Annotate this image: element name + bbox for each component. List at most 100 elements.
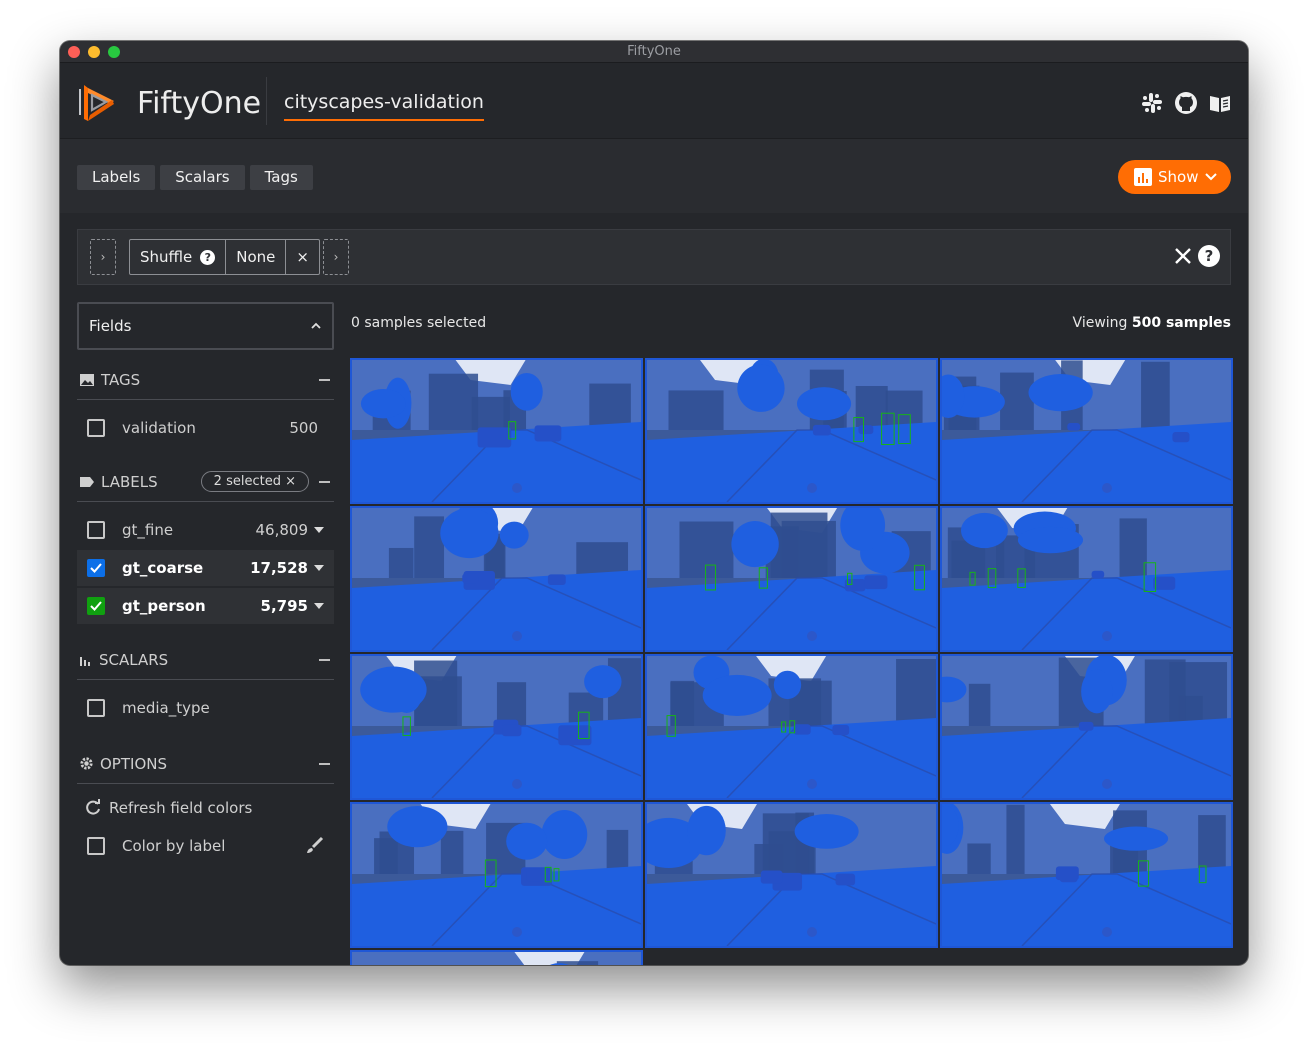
chevron-up-icon [311, 322, 321, 329]
expand-caret-icon[interactable] [314, 603, 324, 609]
sample-thumbnail[interactable] [350, 358, 643, 504]
header-divider [266, 77, 267, 125]
close-window-button[interactable] [68, 46, 80, 58]
grid-header: 0 samples selected Viewing 500 samples [351, 315, 1231, 331]
sample-image [352, 508, 641, 650]
label-count: 46,809 [255, 521, 309, 539]
checkmark-icon [90, 601, 102, 611]
sample-thumbnail[interactable] [350, 654, 643, 800]
sample-thumbnail[interactable] [350, 802, 643, 948]
remove-stage-button[interactable]: × [286, 240, 319, 274]
show-plots-button[interactable]: Show [1118, 160, 1231, 194]
expand-caret-icon[interactable] [314, 527, 324, 533]
fields-dropdown[interactable]: Fields [77, 302, 334, 350]
label-tag-icon [80, 476, 94, 487]
stage-name-cell[interactable]: Shuffle ? [130, 240, 227, 274]
bar-chart-icon [80, 656, 90, 666]
show-button-label: Show [1158, 168, 1199, 186]
help-icon[interactable]: ? [200, 249, 216, 265]
github-icon[interactable] [1174, 91, 1198, 115]
sample-thumbnail[interactable] [645, 802, 938, 948]
gear-icon [80, 757, 93, 770]
tab-scalars[interactable]: Scalars [160, 165, 245, 190]
minimize-window-button[interactable] [88, 46, 100, 58]
stage-name: Shuffle [140, 248, 193, 266]
title-bar: FiftyOne [60, 41, 1248, 63]
chevron-right-icon: › [100, 250, 106, 264]
options-section-title: OPTIONS [100, 754, 167, 773]
sample-thumbnail[interactable] [645, 654, 938, 800]
refresh-icon [86, 799, 100, 815]
collapse-tags-icon[interactable] [319, 378, 330, 381]
label-row-gt-person[interactable]: gt_person 5,795 [77, 588, 334, 624]
label-row-gt-coarse[interactable]: gt_coarse 17,528 [77, 550, 334, 586]
checkbox-checked[interactable] [87, 559, 105, 577]
tab-tags[interactable]: Tags [249, 165, 313, 190]
add-stage-before-button[interactable]: › [90, 239, 116, 275]
checkbox-checked[interactable] [87, 597, 105, 615]
sample-thumbnail[interactable] [645, 358, 938, 504]
checkbox[interactable] [87, 419, 105, 437]
collapse-labels-icon[interactable] [319, 480, 330, 483]
sample-image [942, 804, 1231, 946]
viewing-samples: 500 samples [1131, 315, 1231, 331]
refresh-field-colors-button[interactable]: Refresh field colors [77, 790, 334, 826]
collapse-scalars-icon[interactable] [319, 658, 330, 661]
slack-icon[interactable] [1140, 91, 1164, 115]
docs-book-icon[interactable] [1208, 91, 1232, 115]
sample-image [352, 952, 641, 965]
paint-brush-icon[interactable] [304, 836, 324, 856]
close-icon[interactable]: × [285, 474, 296, 489]
sample-image [942, 508, 1231, 650]
scalar-name: media_type [122, 699, 210, 717]
samples-selected-text: 0 samples selected [351, 315, 487, 331]
brand-name: FiftyOne [137, 86, 262, 121]
sample-thumbnail[interactable] [350, 506, 643, 652]
sample-thumbnail[interactable] [350, 950, 643, 965]
toolbar: Labels Scalars Tags Show [60, 139, 1248, 213]
checkbox[interactable] [87, 699, 105, 717]
options-section-header[interactable]: OPTIONS [77, 744, 334, 784]
view-bar: › Shuffle ? None × › ? [77, 229, 1231, 285]
labels-section-header[interactable]: LABELS 2 selected × [77, 462, 334, 502]
checkbox[interactable] [87, 521, 105, 539]
tags-section-header[interactable]: TAGS [77, 360, 334, 400]
collapse-options-icon[interactable] [319, 762, 330, 765]
sample-image [942, 656, 1231, 798]
tab-labels[interactable]: Labels [77, 165, 156, 190]
clear-view-icon[interactable] [1174, 247, 1192, 265]
sample-thumbnail[interactable] [940, 506, 1233, 652]
sample-thumbnail[interactable] [940, 802, 1233, 948]
sample-thumbnail[interactable] [645, 506, 938, 652]
sample-image [647, 656, 936, 798]
tag-row-validation[interactable]: validation 500 [77, 410, 334, 446]
expand-caret-icon[interactable] [314, 565, 324, 571]
sample-thumbnail[interactable] [940, 358, 1233, 504]
sample-image [647, 508, 936, 650]
labels-section-title: LABELS [101, 472, 158, 491]
scalar-row-media-type[interactable]: media_type [77, 690, 334, 726]
color-by-label-row[interactable]: Color by label [77, 828, 334, 864]
sample-image [352, 360, 641, 502]
viewing-count: Viewing 500 samples [1073, 315, 1231, 331]
app-window: FiftyOne FiftyOne cityscapes-validation [60, 41, 1248, 965]
scalars-section-header[interactable]: SCALARS [77, 640, 334, 680]
checkbox[interactable] [87, 837, 105, 855]
dataset-selector[interactable]: cityscapes-validation [284, 91, 484, 121]
add-stage-after-button[interactable]: › [323, 239, 349, 275]
chevron-right-icon: › [333, 250, 339, 264]
label-row-gt-fine[interactable]: gt_fine 46,809 [77, 512, 334, 548]
window-title: FiftyOne [627, 44, 681, 59]
sample-image [647, 360, 936, 502]
selected-labels-pill[interactable]: 2 selected × [200, 471, 309, 492]
close-icon: × [296, 248, 309, 266]
stage-param-cell[interactable]: None [226, 240, 287, 274]
label-name: gt_person [122, 597, 206, 615]
sample-image [352, 656, 641, 798]
maximize-window-button[interactable] [108, 46, 120, 58]
stage-param-value: None [236, 248, 276, 266]
sample-thumbnail[interactable] [940, 654, 1233, 800]
view-help-icon[interactable]: ? [1198, 245, 1220, 267]
sample-image [352, 804, 641, 946]
window-controls [68, 46, 120, 58]
